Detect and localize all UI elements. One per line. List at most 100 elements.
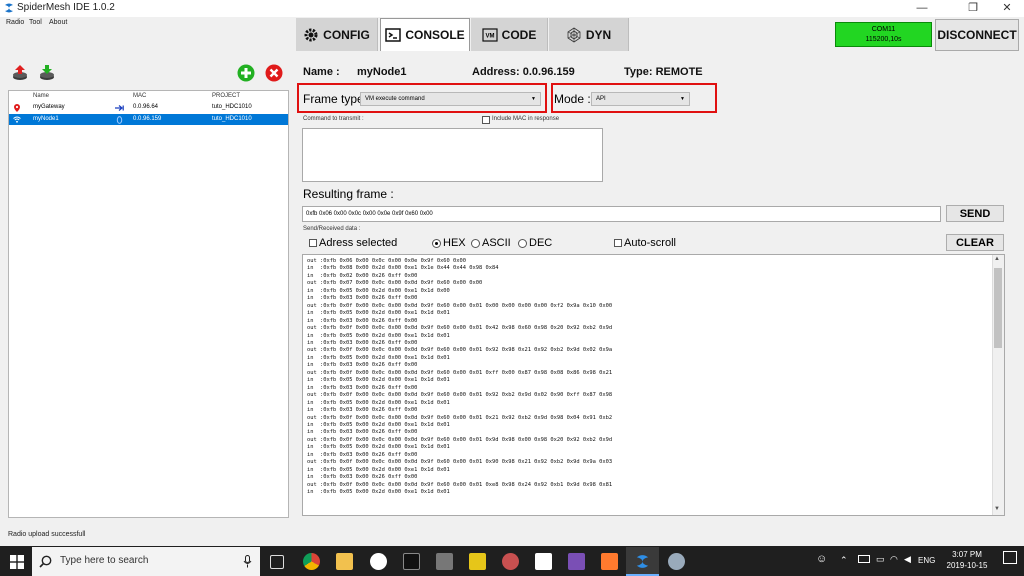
log-line: out :0xfb 0x0f 0x00 0x0c 0x00 0x0d 0x9f … bbox=[307, 436, 613, 443]
log-line: in :0xfb 0x03 0x00 0x26 0xff 0x00 bbox=[307, 429, 418, 436]
wifi-tray-icon[interactable]: ◠ bbox=[890, 554, 898, 565]
address-selected-label: Adress selected bbox=[319, 237, 398, 249]
file-explorer-icon[interactable] bbox=[336, 553, 353, 570]
terminal-app-icon[interactable] bbox=[403, 553, 420, 570]
log-line: in :0xfb 0x03 0x00 0x26 0xff 0x00 bbox=[307, 362, 418, 369]
send-button[interactable]: SEND bbox=[946, 205, 1004, 222]
app-icon-6[interactable] bbox=[601, 553, 618, 570]
photos-icon[interactable] bbox=[535, 553, 552, 570]
autoscroll-label: Auto-scroll bbox=[624, 237, 676, 249]
log-line: in :0xfb 0x03 0x00 0x26 0xff 0x00 bbox=[307, 339, 418, 346]
resulting-frame-label: Resulting frame : bbox=[303, 187, 394, 201]
log-line: in :0xfb 0x03 0x00 0x26 0xff 0x00 bbox=[307, 295, 418, 302]
search-icon bbox=[39, 555, 52, 568]
dec-label: DEC bbox=[529, 237, 553, 249]
people-icon[interactable]: ☺ bbox=[816, 553, 827, 565]
clear-button[interactable]: CLEAR bbox=[946, 234, 1004, 251]
column-header-name: Name bbox=[33, 93, 50, 99]
app-icon-5[interactable] bbox=[568, 553, 585, 570]
log-line: out :0xfb 0x0f 0x00 0x0c 0x00 0x0d 0x9f … bbox=[307, 481, 613, 488]
scroll-down-icon[interactable]: ▼ bbox=[994, 506, 1000, 512]
log-line: out :0xfb 0x0f 0x00 0x0c 0x00 0x0d 0x9f … bbox=[307, 392, 613, 399]
log-line: in :0xfb 0x05 0x00 0x2d 0x00 0xe1 0x1d 0… bbox=[307, 444, 450, 451]
dec-radio[interactable] bbox=[518, 239, 527, 248]
tab-config[interactable]: CONFIG bbox=[296, 18, 378, 51]
frame-type-value: VM execute command bbox=[365, 96, 425, 102]
resulting-frame-field[interactable]: 0xfb 0x06 0x00 0x0c 0x00 0x0e 0x9f 0x60 … bbox=[302, 206, 941, 222]
hex-radio[interactable] bbox=[432, 239, 441, 248]
tab-dyn[interactable]: DYN bbox=[549, 18, 629, 51]
close-button[interactable]: ✕ bbox=[992, 0, 1022, 17]
volume-icon[interactable]: ◀ bbox=[904, 554, 911, 565]
menu-radio[interactable]: Radio bbox=[6, 19, 24, 26]
windows-start-icon[interactable] bbox=[10, 555, 24, 569]
autoscroll-checkbox[interactable] bbox=[614, 239, 622, 247]
table-row[interactable]: myGateway 0.0.96.64 tuto_HDC1010 bbox=[9, 102, 288, 113]
log-line: out :0xfb 0x0f 0x00 0x0c 0x00 0x0d 0x9f … bbox=[307, 302, 613, 309]
gateway-icon bbox=[115, 105, 124, 111]
tab-console[interactable]: CONSOLE bbox=[380, 18, 470, 51]
app-icon-3[interactable] bbox=[469, 553, 486, 570]
battery-icon[interactable] bbox=[858, 555, 870, 563]
language-indicator[interactable]: ENG bbox=[918, 556, 935, 565]
app-icon-4[interactable] bbox=[502, 553, 519, 570]
frame-type-select[interactable]: VM execute command ▼ bbox=[360, 92, 541, 106]
node-mac: 0.0.96.64 bbox=[133, 104, 159, 110]
wifi-icon bbox=[13, 116, 21, 123]
log-line: out :0xfb 0x06 0x00 0x0c 0x00 0x0e 0x9f … bbox=[307, 258, 467, 264]
clock-time: 3:07 PM bbox=[952, 550, 982, 559]
log-line: in :0xfb 0x03 0x00 0x26 0xff 0x00 bbox=[307, 451, 418, 458]
add-node-icon[interactable] bbox=[237, 64, 255, 82]
ascii-radio[interactable] bbox=[471, 239, 480, 248]
notifications-icon[interactable] bbox=[1003, 551, 1017, 564]
node-name: myNode1 bbox=[33, 116, 59, 122]
menu-about[interactable]: About bbox=[49, 19, 67, 26]
chrome-icon[interactable] bbox=[303, 553, 320, 570]
terminal-icon bbox=[385, 28, 402, 42]
app-icon-7[interactable] bbox=[668, 553, 685, 570]
disconnect-button[interactable]: DISCONNECT bbox=[935, 19, 1019, 51]
node-table: Name MAC PROJECT myGateway 0.0.96.64 tut… bbox=[8, 90, 289, 518]
node-address: Address: 0.0.96.159 bbox=[472, 66, 575, 78]
scroll-up-icon[interactable]: ▲ bbox=[994, 256, 1000, 262]
tab-config-label: CONFIG bbox=[323, 27, 370, 42]
baud-rate: 115200,10s bbox=[865, 36, 902, 43]
task-view-icon[interactable] bbox=[270, 555, 284, 569]
log-line: in :0xfb 0x05 0x00 0x2d 0x00 0xe1 0x1d 0… bbox=[307, 287, 450, 294]
log-scroll-thumb[interactable] bbox=[994, 268, 1002, 348]
network-tray-icon[interactable]: ▭ bbox=[876, 554, 885, 565]
node-name-label: Name : bbox=[303, 66, 340, 78]
tab-code[interactable]: VM CODE bbox=[471, 18, 548, 51]
node-name: myGateway bbox=[33, 104, 65, 110]
maximize-button[interactable]: ❐ bbox=[958, 0, 988, 17]
received-data-log[interactable]: out :0xfb 0x06 0x00 0x0c 0x00 0x0e 0x9f … bbox=[302, 254, 1005, 516]
upload-icon[interactable] bbox=[38, 64, 56, 82]
log-line: in :0xfb 0x05 0x00 0x2d 0x00 0xe1 0x1d 0… bbox=[307, 489, 450, 496]
minimize-button[interactable]: — bbox=[907, 0, 937, 17]
app-icon-1[interactable] bbox=[370, 553, 387, 570]
download-icon[interactable] bbox=[11, 64, 29, 82]
column-header-mac: MAC bbox=[133, 93, 147, 99]
microphone-icon[interactable] bbox=[243, 555, 252, 568]
command-input[interactable] bbox=[302, 128, 603, 182]
mode-label: Mode : bbox=[554, 92, 591, 106]
search-placeholder: Type here to search bbox=[60, 555, 149, 566]
log-line: out :0xfb 0x0f 0x00 0x0c 0x00 0x0d 0x9f … bbox=[307, 369, 613, 376]
clock[interactable]: 3:07 PM 2019-10-15 bbox=[939, 549, 995, 571]
include-mac-checkbox[interactable] bbox=[482, 116, 490, 124]
log-line: in :0xfb 0x05 0x00 0x2d 0x00 0xe1 0x1d 0… bbox=[307, 399, 450, 406]
remove-node-icon[interactable] bbox=[265, 64, 283, 82]
gear-icon bbox=[304, 28, 318, 41]
include-mac-label: Include MAC in response bbox=[492, 116, 560, 122]
menu-tool[interactable]: Tool bbox=[29, 19, 42, 26]
chevron-up-icon[interactable]: ⌃ bbox=[840, 555, 848, 566]
hex-label: HEX bbox=[443, 237, 466, 249]
svg-text:VM: VM bbox=[485, 33, 494, 39]
address-selected-checkbox[interactable] bbox=[309, 239, 317, 247]
mode-select[interactable]: API ▼ bbox=[591, 92, 690, 106]
app-icon-2[interactable] bbox=[436, 553, 453, 570]
table-row[interactable]: myNode1 0.0.96.159 tuto_HDC1010 bbox=[9, 114, 288, 125]
network-icon bbox=[567, 27, 581, 42]
title-bar bbox=[0, 0, 1024, 17]
log-line: in :0xfb 0x05 0x00 0x2d 0x00 0xe1 0x1d 0… bbox=[307, 354, 450, 361]
